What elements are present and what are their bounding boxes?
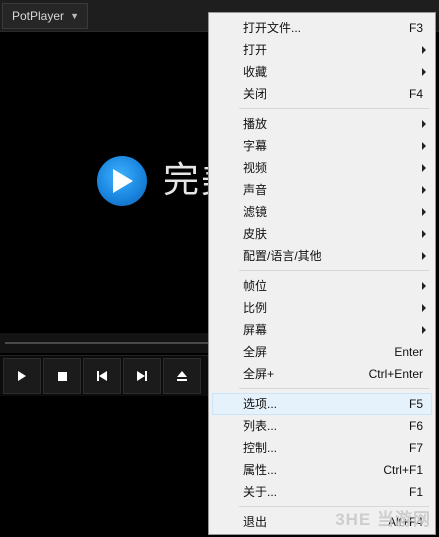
submenu-arrow-icon [422, 208, 426, 216]
menu-item-shortcut: F5 [408, 397, 423, 411]
seek-bar[interactable] [0, 333, 220, 353]
menu-item[interactable]: 打开文件... F3 [212, 17, 432, 39]
menu-item[interactable]: 打开 [212, 39, 432, 61]
watermark: 3HE 当游网 [335, 510, 431, 529]
play-icon [18, 371, 26, 381]
submenu-arrow-icon [422, 68, 426, 76]
menu-item-label: 全屏 [243, 345, 268, 359]
menu-item[interactable]: 属性... Ctrl+F1 [212, 459, 432, 481]
menu-item[interactable]: 关闭 F4 [212, 83, 432, 105]
menu-item[interactable]: 关于... F1 [212, 481, 432, 503]
menu-item-label: 配置/语言/其他 [243, 249, 322, 263]
menu-item[interactable]: 滤镜 [212, 201, 432, 223]
menu-item-label: 打开 [243, 43, 268, 57]
menu-item-shortcut: Ctrl+Enter [368, 367, 423, 381]
menu-item-label: 控制... [243, 441, 278, 455]
menu-item[interactable]: 播放 [212, 113, 432, 135]
menu-item[interactable]: 全屏+ Ctrl+Enter [212, 363, 432, 385]
stop-button[interactable] [43, 358, 81, 394]
menu-item-shortcut: Ctrl+F1 [383, 463, 423, 477]
menu-item[interactable]: 皮肤 [212, 223, 432, 245]
menu-item-label: 声音 [243, 183, 268, 197]
submenu-arrow-icon [422, 282, 426, 290]
menu-item[interactable]: 字幕 [212, 135, 432, 157]
menu-separator [239, 270, 429, 271]
control-bar [0, 355, 220, 396]
menu-item-label: 关于... [243, 485, 278, 499]
submenu-arrow-icon [422, 164, 426, 172]
menu-item[interactable]: 声音 [212, 179, 432, 201]
submenu-arrow-icon [422, 304, 426, 312]
menu-item-shortcut: Enter [394, 345, 423, 359]
menu-item-label: 播放 [243, 117, 268, 131]
menu-item-label: 列表... [243, 419, 278, 433]
submenu-arrow-icon [422, 120, 426, 128]
menu-item[interactable]: 收藏 [212, 61, 432, 83]
potplayer-logo-icon [97, 156, 147, 206]
chevron-down-icon: ▼ [70, 11, 79, 21]
menu-item[interactable]: 比例 [212, 297, 432, 319]
menu-item-shortcut: F3 [408, 21, 423, 35]
menu-item[interactable]: 视频 [212, 157, 432, 179]
menu-separator [239, 108, 429, 109]
menu-item-label: 屏幕 [243, 323, 268, 337]
menu-item-shortcut: F1 [408, 485, 423, 499]
menu-item[interactable]: 屏幕 [212, 319, 432, 341]
menu-item-label: 全屏+ [243, 367, 275, 381]
context-menu: 打开文件... F3 打开收藏关闭 F4 播放字幕视频声音滤镜皮肤配置/语言/其他 帧位比… [208, 12, 436, 535]
menu-separator [239, 388, 429, 389]
menu-item-label: 比例 [243, 301, 268, 315]
submenu-arrow-icon [422, 230, 426, 238]
menu-item[interactable]: 配置/语言/其他 [212, 245, 432, 267]
play-button[interactable] [3, 358, 41, 394]
submenu-arrow-icon [422, 252, 426, 260]
next-button[interactable] [123, 358, 161, 394]
menu-item-label: 帧位 [243, 279, 268, 293]
menu-item-label: 字幕 [243, 139, 268, 153]
menu-item[interactable]: 选项... F5 [212, 393, 432, 415]
next-icon [137, 371, 147, 381]
seek-track[interactable] [5, 342, 215, 344]
submenu-arrow-icon [422, 326, 426, 334]
app-menu-button[interactable]: PotPlayer ▼ [2, 3, 88, 29]
stop-icon [57, 371, 67, 381]
submenu-arrow-icon [422, 142, 426, 150]
menu-item-label: 属性... [243, 463, 278, 477]
submenu-arrow-icon [422, 46, 426, 54]
menu-item[interactable]: 列表... F6 [212, 415, 432, 437]
menu-item[interactable]: 帧位 [212, 275, 432, 297]
previous-button[interactable] [83, 358, 121, 394]
menu-item[interactable]: 全屏 Enter [212, 341, 432, 363]
eject-icon [177, 371, 187, 381]
menu-item-shortcut: F4 [408, 87, 423, 101]
eject-button[interactable] [163, 358, 201, 394]
app-name: PotPlayer [12, 9, 65, 23]
menu-item-label: 滤镜 [243, 205, 268, 219]
menu-item-shortcut: F6 [408, 419, 423, 433]
menu-item[interactable]: 控制... F7 [212, 437, 432, 459]
menu-item-label: 选项... [243, 397, 278, 411]
menu-item-label: 收藏 [243, 65, 268, 79]
menu-item-label: 退出 [243, 515, 268, 529]
submenu-arrow-icon [422, 186, 426, 194]
menu-item-label: 皮肤 [243, 227, 268, 241]
menu-item-label: 关闭 [243, 87, 268, 101]
previous-icon [97, 371, 107, 381]
menu-item-label: 打开文件... [243, 21, 302, 35]
menu-item-label: 视频 [243, 161, 268, 175]
menu-item-shortcut: F7 [408, 441, 423, 455]
